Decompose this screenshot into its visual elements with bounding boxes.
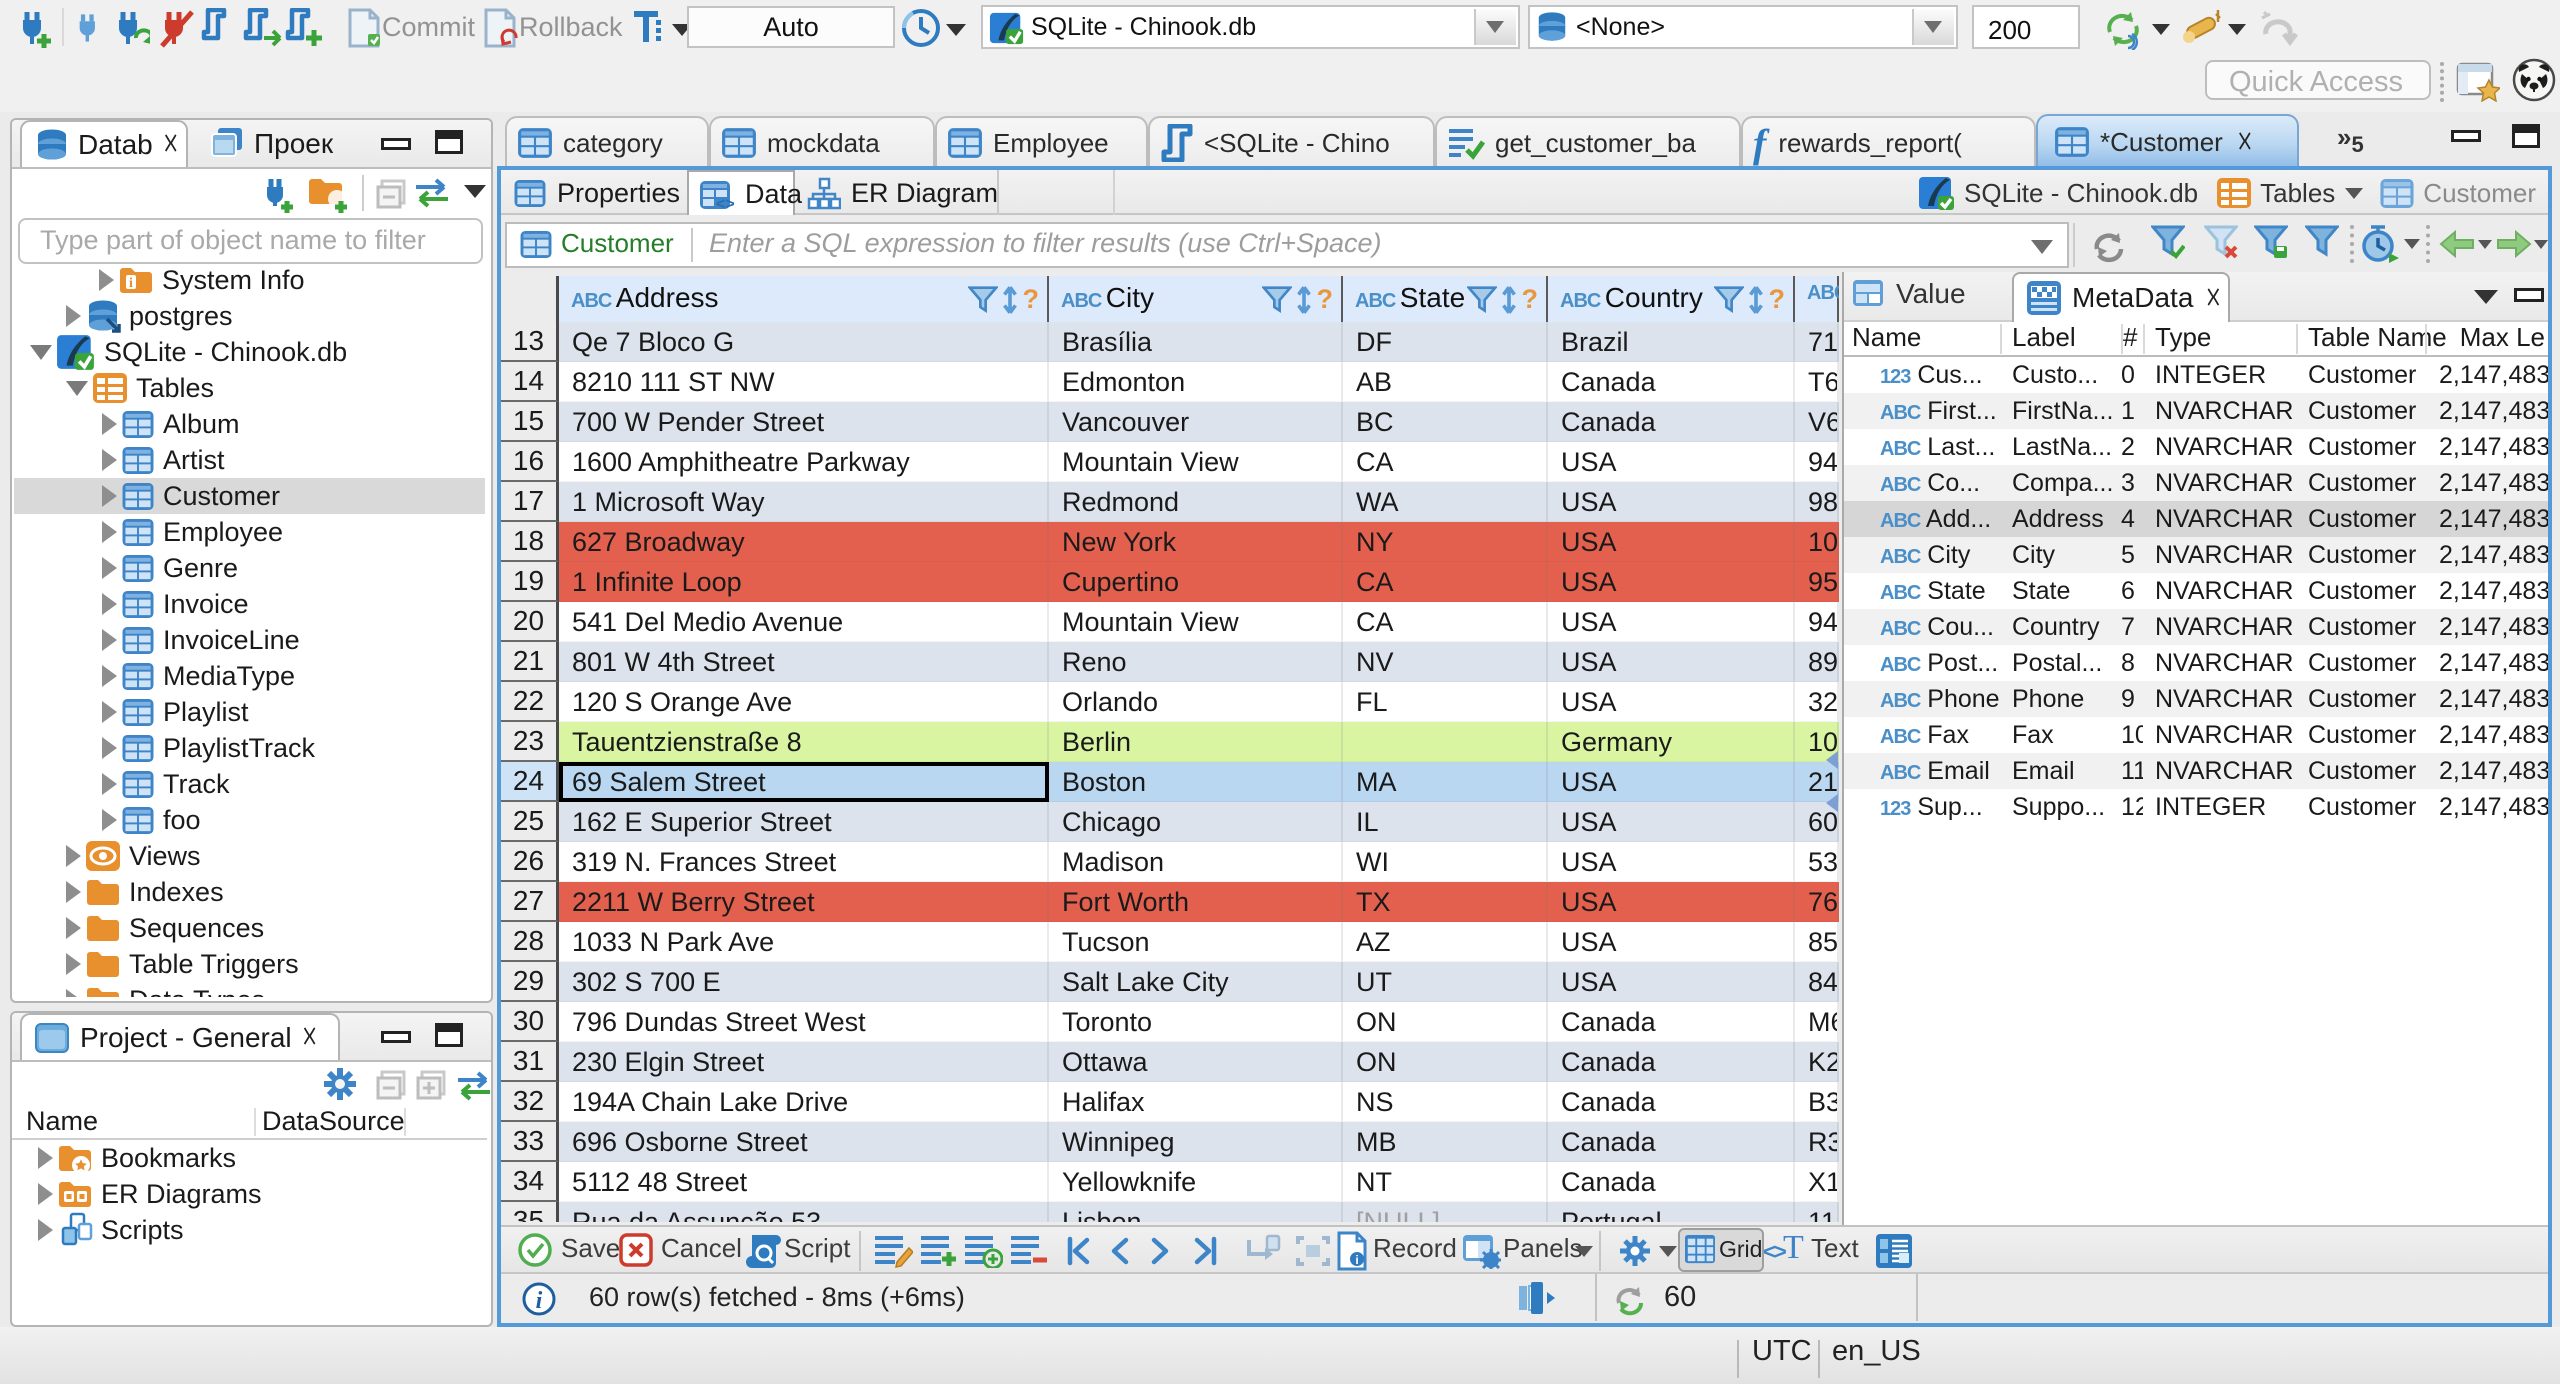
svg-text:i: i <box>129 276 133 291</box>
svg-text:<>: <> <box>716 196 735 210</box>
svg-text:i: i <box>536 1288 543 1314</box>
svg-text:i: i <box>1355 1253 1358 1267</box>
